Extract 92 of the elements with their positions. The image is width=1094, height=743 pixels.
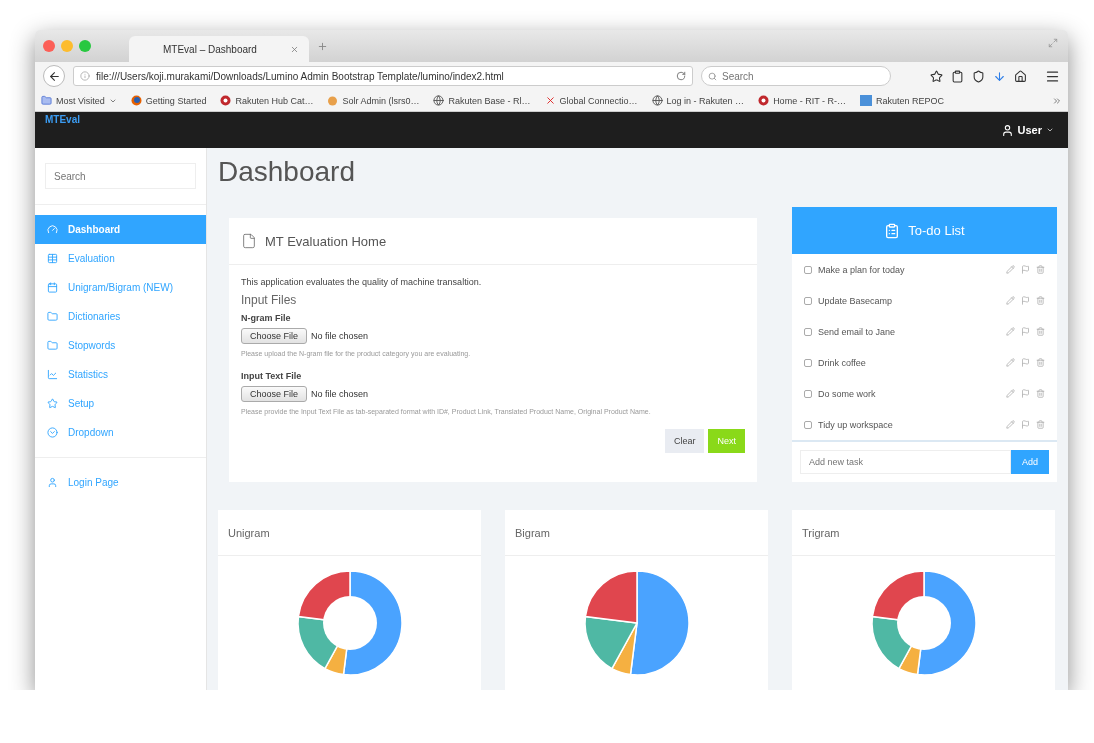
pencil-icon[interactable] (1006, 389, 1015, 398)
folder-icon (47, 340, 58, 351)
line-chart-icon (47, 369, 58, 380)
folder-icon (47, 311, 58, 322)
choose-file-button[interactable]: Choose File (241, 386, 308, 403)
pencil-icon[interactable] (1006, 358, 1015, 367)
task-text: Update Basecamp (818, 295, 894, 306)
todo-title: To-do List (908, 223, 965, 238)
fullscreen-icon[interactable] (1048, 38, 1058, 48)
flag-icon[interactable] (1021, 358, 1030, 367)
folder-icon (41, 95, 52, 106)
bookmark-link[interactable]: Home - RIT - R-… (773, 95, 846, 106)
trash-icon[interactable] (1036, 420, 1045, 429)
pencil-icon[interactable] (1006, 420, 1015, 429)
bookmark-link[interactable]: Global Connectio… (559, 95, 638, 106)
checkbox[interactable] (804, 389, 812, 398)
search-field[interactable]: Search (45, 163, 196, 189)
field-label: N-gram File (241, 313, 292, 323)
flag-icon[interactable] (1021, 327, 1030, 336)
clear-button[interactable]: Clear (664, 429, 705, 454)
circle-icon (220, 95, 232, 106)
chevron-icon[interactable] (1052, 95, 1062, 106)
user-icon (1000, 123, 1014, 137)
flag-icon[interactable] (1021, 420, 1030, 429)
cross-icon (544, 95, 556, 106)
bookmark-link[interactable]: Solr Admin (lsrs0… (342, 95, 420, 106)
menu-icon[interactable] (1045, 68, 1060, 84)
brand-link[interactable]: MTEval (45, 114, 80, 148)
pencil-icon[interactable] (1006, 327, 1015, 336)
flag-icon[interactable] (1021, 265, 1030, 274)
checkbox[interactable] (804, 265, 812, 274)
task-text: Tidy up workspace (818, 419, 894, 430)
trash-icon[interactable] (1036, 296, 1045, 305)
clipboard-icon[interactable] (951, 69, 964, 83)
new-tab-icon[interactable] (317, 40, 328, 52)
task-text: Drink coffee (818, 357, 867, 368)
clipboard-icon (884, 222, 901, 239)
file-icon (241, 233, 257, 249)
caret-icon[interactable] (1046, 126, 1054, 134)
info-icon[interactable] (80, 71, 90, 81)
bookmark-link[interactable]: Most Visited (56, 95, 105, 106)
intro-text: This application evaluates the quality of machine transaltion. (241, 277, 483, 287)
checkbox[interactable] (804, 296, 812, 305)
gauge-icon (47, 224, 58, 235)
user-menu[interactable]: User (1017, 124, 1042, 136)
close-icon[interactable] (290, 44, 299, 54)
window-controls-icon[interactable] (43, 40, 91, 52)
field-label: Input Text File (241, 371, 303, 382)
chevron-circle-icon (47, 427, 58, 438)
new-task-field[interactable]: Add new task (800, 450, 1011, 474)
shield-icon[interactable] (972, 69, 985, 83)
checkbox[interactable] (804, 358, 812, 367)
checkbox[interactable] (804, 420, 812, 429)
flag-icon[interactable] (1021, 389, 1030, 398)
reload-icon[interactable] (676, 71, 686, 81)
chart-title: Unigram (228, 526, 270, 539)
panel-title: MT Evaluation Home (265, 233, 387, 249)
section-heading: Input Files (241, 293, 298, 307)
chart-title: Bigram (515, 526, 550, 539)
trash-icon[interactable] (1036, 265, 1045, 274)
trash-icon[interactable] (1036, 327, 1045, 336)
bookmark-link[interactable]: Rakuten REPOC (875, 95, 944, 106)
file-status: No file chosen (311, 389, 369, 400)
task-text: Make a plan for today (818, 264, 906, 275)
page-title: Dashboard (218, 156, 356, 189)
checkbox[interactable] (804, 327, 812, 336)
home-icon[interactable] (1014, 69, 1027, 83)
browser-tab[interactable]: MTEval – Dashboard (129, 36, 309, 62)
file-status: No file chosen (311, 331, 369, 341)
task-text: Do some work (818, 388, 877, 399)
address-bar[interactable]: file:///Users/koji.murakami/Downloads/Lumino Admin Bootstrap Template/lumino/index2.html (73, 66, 693, 86)
star-icon[interactable] (930, 69, 943, 83)
chart-title: Trigram (802, 526, 840, 539)
pencil-icon[interactable] (1006, 265, 1015, 274)
star-icon (47, 398, 58, 409)
pencil-icon[interactable] (1006, 296, 1015, 305)
calendar-icon (47, 282, 58, 293)
trash-icon[interactable] (1036, 389, 1045, 398)
user-icon (47, 477, 58, 488)
circle-icon (758, 95, 770, 106)
download-icon[interactable] (993, 69, 1006, 83)
flag-icon[interactable] (1021, 296, 1030, 305)
choose-file-button[interactable]: Choose File (241, 328, 308, 344)
bookmark-link[interactable]: Rakuten Base - Rl… (448, 95, 531, 106)
browser-search-field[interactable]: Search (701, 66, 891, 86)
trash-icon[interactable] (1036, 358, 1045, 367)
table-icon (47, 253, 58, 264)
square-icon (859, 95, 872, 106)
bookmark-link[interactable]: Log in - Rakuten … (666, 95, 745, 106)
bookmark-link[interactable]: Rakuten Hub Cat… (235, 95, 314, 106)
bookmark-link[interactable]: Getting Started (145, 95, 207, 106)
task-text: Send email to Jane (818, 326, 897, 337)
